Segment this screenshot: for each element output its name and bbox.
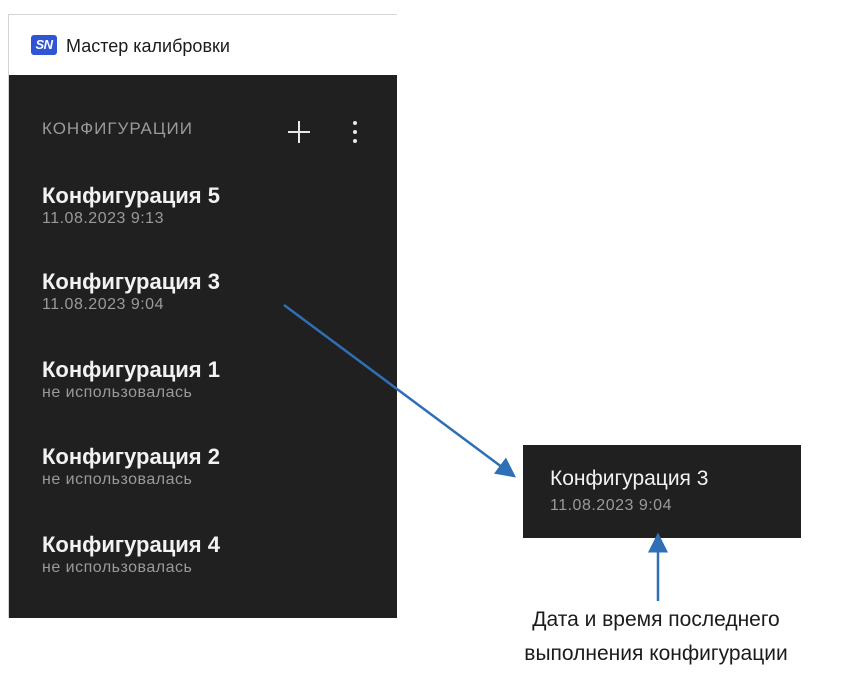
pointer-arrow: [283, 303, 517, 478]
caption-line-2: выполнения конфигурации: [524, 642, 788, 665]
caption-line-1: Дата и время последнего: [532, 608, 780, 631]
annotation-caption: Дата и время последнего выполнения конфи…: [464, 603, 848, 671]
annotation-arrows: [283, 303, 668, 601]
